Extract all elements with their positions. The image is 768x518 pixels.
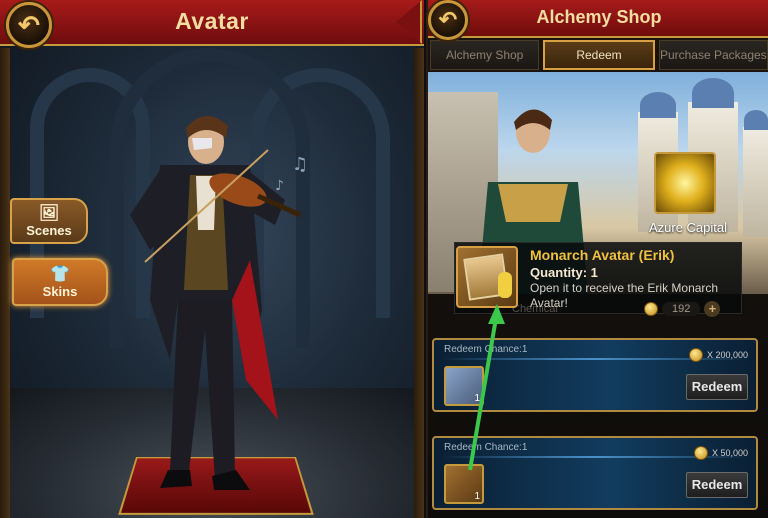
annotation-arrow bbox=[468, 304, 505, 471]
